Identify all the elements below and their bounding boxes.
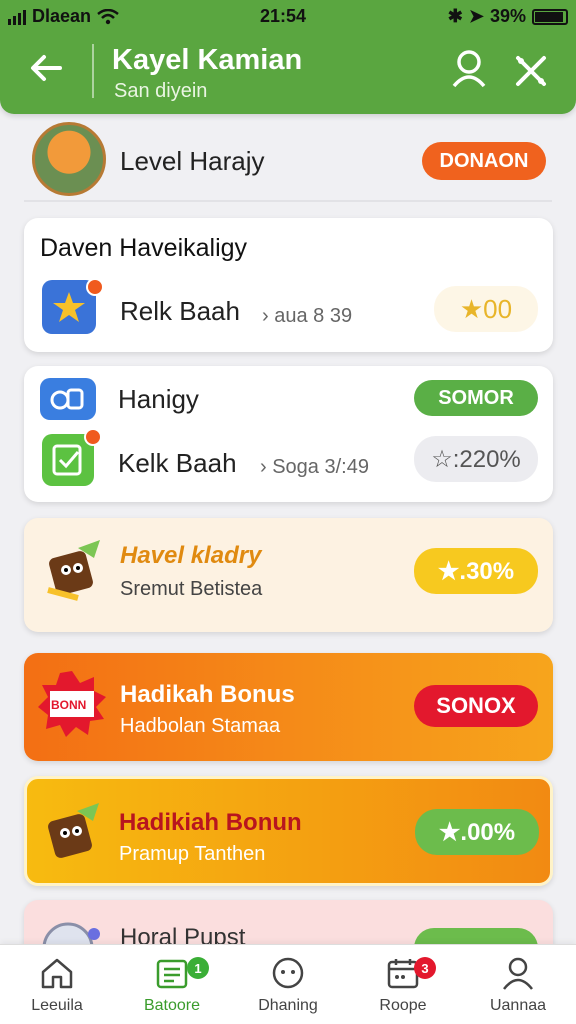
link-app-icon	[40, 378, 96, 420]
task-meta: › aua 8 39	[262, 305, 353, 327]
task-meta: › Soga 3/:49	[260, 456, 369, 478]
nav-item-home[interactable]: Leeuila	[2, 955, 112, 1024]
clock: 21:54	[260, 6, 307, 26]
reward-pill[interactable]: ☆:220%	[414, 436, 538, 482]
nav-item-calendar[interactable]: Roope 3	[348, 955, 458, 1024]
level-row: Level Harajy DONAON	[24, 120, 552, 202]
nav-badge: 1	[187, 957, 209, 979]
promo-subtitle: Sremut Betistea	[120, 578, 263, 600]
nav-badge: 3	[414, 957, 436, 979]
level-action-button[interactable]: DONAON	[422, 142, 546, 180]
profile-icon[interactable]	[450, 48, 488, 88]
bonus-burst-text: BONN	[51, 698, 87, 712]
task-label: Hanigy	[118, 384, 199, 414]
nav-label: Roope	[379, 997, 427, 1014]
promo-subtitle: Pramup Tanthen	[119, 843, 266, 865]
reward-pill[interactable]: ★.00%	[415, 809, 539, 855]
header-divider	[92, 44, 94, 98]
battery-percent: 39%	[489, 6, 526, 26]
nav-item-profile[interactable]: Uannaa	[463, 955, 573, 1024]
nav-label: Dhaning	[258, 997, 318, 1014]
chocolate-mascot-icon	[48, 803, 99, 858]
tasks-icon	[156, 959, 188, 989]
nav-label: Leeuila	[31, 997, 83, 1014]
notification-badge	[86, 278, 104, 296]
task-label: Relk Baah	[120, 296, 240, 326]
chocolate-mascot-icon	[47, 540, 100, 601]
close-icon[interactable]	[512, 52, 550, 90]
bonus-action-button[interactable]: SONOX	[414, 685, 538, 727]
battery-icon	[532, 8, 568, 25]
wifi-icon	[97, 8, 119, 24]
promo-title: Havel kladry	[120, 542, 262, 569]
promo-title: Hadikiah Bonun	[119, 809, 302, 836]
nav-item-tasks[interactable]: Batoore 1	[117, 955, 227, 1024]
task-action-button[interactable]: SOMOR	[414, 380, 538, 416]
page-subtitle: San diyein	[114, 80, 208, 102]
task-label: Kelk Baah	[118, 448, 237, 478]
user-icon	[503, 957, 533, 990]
home-icon	[41, 958, 73, 989]
bluetooth-icon: ✱	[447, 6, 463, 26]
bonus-card: Hadikiah Bonun Pramup Tanthen ★.00%	[24, 776, 553, 886]
reward-pill[interactable]: ★00	[434, 286, 538, 332]
status-bar: Dlaean 21:54 ✱ ➤ 39%	[0, 4, 576, 28]
signal-icon	[8, 9, 26, 25]
task-card: Daven Haveikaligy Relk Baah › aua 8 39 ★…	[24, 218, 553, 352]
location-icon: ➤	[468, 6, 484, 26]
nav-item-chat[interactable]: Dhaning	[233, 955, 343, 1024]
chat-icon	[272, 957, 304, 989]
back-arrow-icon[interactable]	[28, 50, 64, 86]
carrier-name: Dlaean	[32, 6, 92, 26]
level-label: Level Harajy	[120, 146, 265, 176]
page-title: Kayel Kamian	[112, 44, 303, 76]
task-card: Hanigy SOMOR Kelk Baah › Soga 3/:49 ☆:22…	[24, 366, 553, 502]
promo-subtitle: Hadbolan Stamaa	[120, 715, 281, 737]
reward-pill[interactable]: ★.30%	[414, 548, 538, 594]
bonus-card: BONN Hadikah Bonus Hadbolan Stamaa SONOX	[24, 653, 553, 761]
promo-title: Hadikah Bonus	[120, 681, 295, 708]
nav-label: Batoore	[143, 997, 201, 1014]
promo-card: Havel kladry Sremut Betistea ★.30%	[24, 518, 553, 632]
fox-avatar	[32, 122, 106, 196]
notification-badge	[84, 428, 102, 446]
nav-label: Uannaa	[489, 997, 547, 1014]
card-heading: Daven Haveikaligy	[40, 234, 248, 262]
bonus-burst-icon: BONN	[36, 669, 108, 739]
bottom-nav: Leeuila Batoore 1 Dhaning Roope 3 Uannaa	[0, 944, 576, 1024]
app-header: Dlaean 21:54 ✱ ➤ 39% Kayel Kamian San di…	[0, 0, 576, 114]
